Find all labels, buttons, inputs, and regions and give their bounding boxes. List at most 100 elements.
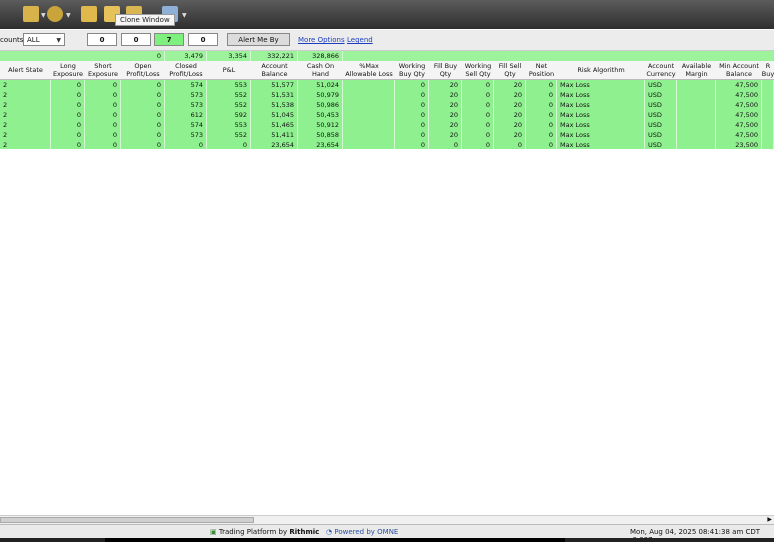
cell-rbuy: [762, 80, 774, 90]
cell-currency: USD: [645, 90, 677, 100]
cell-cash: 50,912: [298, 120, 343, 130]
chevron-down-icon: ▼: [56, 37, 61, 44]
cell-max-loss-pct: [343, 110, 395, 120]
cell-closed-pl: 573: [165, 100, 207, 110]
column-header-wbuy[interactable]: Working Buy Qty: [395, 61, 429, 79]
more-options-link[interactable]: More Options: [298, 36, 345, 44]
dropdown-arrow-icon[interactable]: ▼: [66, 12, 71, 19]
cell-closed-pl: 612: [165, 110, 207, 120]
cell-algo: Max Loss: [557, 130, 645, 140]
cell-fbuy: 20: [429, 80, 462, 90]
omne-logo-icon: ◔: [326, 528, 333, 536]
cell-alert-state: 2: [0, 90, 51, 100]
column-header-fbuy[interactable]: Fill Buy Qty: [429, 61, 462, 79]
column-header-cash[interactable]: Cash On Hand: [298, 61, 343, 79]
user-add-icon[interactable]: [23, 6, 39, 22]
column-header-balance[interactable]: Account Balance: [251, 61, 298, 79]
column-header-min-bal[interactable]: Min Account Balance: [716, 61, 762, 79]
count-box-4[interactable]: 0: [188, 33, 218, 46]
cell-fsell: 20: [494, 110, 526, 120]
cell-net: 0: [526, 80, 557, 90]
cell-long: 0: [51, 110, 85, 120]
accounts-select[interactable]: ALL ▼: [23, 33, 65, 46]
cell-max-loss-pct: [343, 100, 395, 110]
count-box-2[interactable]: 0: [121, 33, 151, 46]
summary-account-balance: 332,221: [251, 51, 298, 61]
column-header-rbuy[interactable]: R Buy: [762, 61, 774, 79]
column-header-closed-pl[interactable]: Closed Profit/Loss: [165, 61, 207, 79]
column-header-short[interactable]: Short Exposure: [85, 61, 121, 79]
cell-alert-state: 2: [0, 80, 51, 90]
cell-long: 0: [51, 120, 85, 130]
cell-net: 0: [526, 100, 557, 110]
cell-alert-state: 2: [0, 100, 51, 110]
cell-short: 0: [85, 110, 121, 120]
users-icon[interactable]: [81, 6, 97, 22]
platform-prefix-text: Trading Platform by: [218, 528, 288, 536]
cell-max-loss-pct: [343, 120, 395, 130]
cell-cash: 50,986: [298, 100, 343, 110]
platform-prefix: ▣ Trading Platform by Rithmic: [210, 528, 319, 536]
cell-rbuy: [762, 130, 774, 140]
legend-link[interactable]: Legend: [347, 36, 373, 44]
column-header-max-loss-pct[interactable]: %Max Allowable Loss: [343, 61, 395, 79]
column-header-margin[interactable]: Available Margin: [677, 61, 716, 79]
cell-open-pl: 0: [121, 120, 165, 130]
column-header-currency[interactable]: Account Currency: [645, 61, 677, 79]
cell-margin: [677, 100, 716, 110]
cell-wbuy: 0: [395, 120, 429, 130]
cell-min-bal: 47,500: [716, 130, 762, 140]
dropdown-arrow-icon[interactable]: ▼: [41, 12, 46, 19]
column-header-pnl[interactable]: P&L: [207, 61, 251, 79]
accounts-select-value: ALL: [27, 36, 40, 44]
cell-currency: USD: [645, 80, 677, 90]
powered-by-text: Powered by OMNE: [334, 528, 399, 536]
count-box-3[interactable]: 7: [154, 33, 184, 46]
scroll-right-icon[interactable]: ▶: [767, 516, 772, 523]
cell-net: 0: [526, 110, 557, 120]
cell-long: 0: [51, 90, 85, 100]
taskbar-strip: [0, 538, 774, 542]
cell-algo: Max Loss: [557, 90, 645, 100]
cell-max-loss-pct: [343, 80, 395, 90]
cell-margin: [677, 90, 716, 100]
cell-wsell: 0: [462, 90, 494, 100]
column-header-open-pl[interactable]: Open Profit/Loss: [121, 61, 165, 79]
column-header-long[interactable]: Long Exposure: [51, 61, 85, 79]
scrollbar-thumb[interactable]: [0, 517, 254, 523]
column-header-alert-state[interactable]: Alert State: [0, 61, 51, 79]
cell-short: 0: [85, 130, 121, 140]
cell-fbuy: 20: [429, 90, 462, 100]
cell-open-pl: 0: [121, 80, 165, 90]
cell-pnl: 553: [207, 80, 251, 90]
cell-fbuy: 20: [429, 100, 462, 110]
dropdown-arrow-icon[interactable]: ▼: [182, 12, 187, 19]
cell-pnl: 552: [207, 100, 251, 110]
cell-long: 0: [51, 130, 85, 140]
link-icon[interactable]: [47, 6, 63, 22]
cell-min-bal: 47,500: [716, 90, 762, 100]
cell-net: 0: [526, 90, 557, 100]
cell-closed-pl: 573: [165, 90, 207, 100]
cell-margin: [677, 80, 716, 90]
count-box-1[interactable]: 0: [87, 33, 117, 46]
empty-grid-area: [0, 149, 774, 515]
column-header-algo[interactable]: Risk Algorithm: [557, 61, 645, 79]
cell-rbuy: [762, 100, 774, 110]
column-header-net[interactable]: Net Position: [526, 61, 557, 79]
column-header-wsell[interactable]: Working Sell Qty: [462, 61, 494, 79]
summary-pnl: 3,354: [207, 51, 251, 61]
column-header-fsell[interactable]: Fill Sell Qty: [494, 61, 526, 79]
cell-currency: USD: [645, 100, 677, 110]
cell-net: 0: [526, 120, 557, 130]
cell-fsell: 20: [494, 90, 526, 100]
cell-wsell: 0: [462, 120, 494, 130]
cell-rbuy: [762, 90, 774, 100]
cell-fbuy: 20: [429, 120, 462, 130]
filter-bar: counts ALL ▼ 0 0 7 0 Alert Me By More Op…: [0, 30, 774, 51]
cell-wbuy: 0: [395, 90, 429, 100]
alert-me-by-button[interactable]: Alert Me By: [227, 33, 290, 46]
cell-margin: [677, 110, 716, 120]
cell-closed-pl: 574: [165, 120, 207, 130]
cell-short: 0: [85, 80, 121, 90]
